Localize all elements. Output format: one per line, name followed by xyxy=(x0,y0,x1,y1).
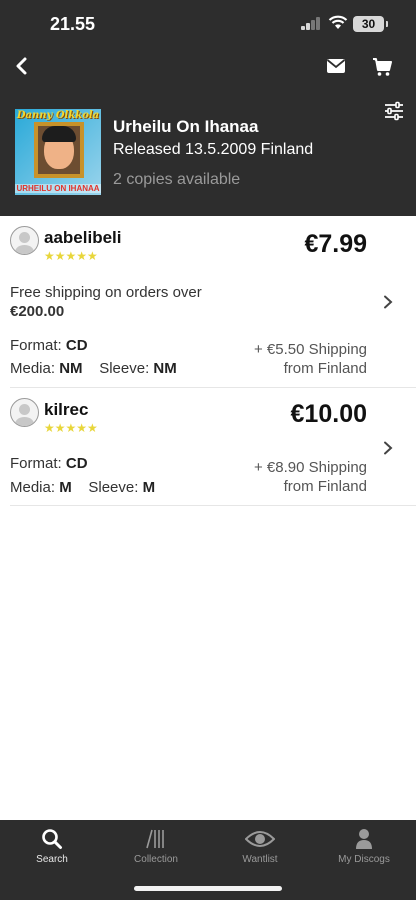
tab-search[interactable]: Search xyxy=(0,820,104,870)
tab-my-discogs[interactable]: My Discogs xyxy=(312,820,416,870)
shipping-note-text: Free shipping on orders over xyxy=(10,284,202,301)
sliders-icon[interactable] xyxy=(384,101,404,126)
tab-label: Search xyxy=(36,854,68,865)
shipping-cost: + €8.90 Shipping xyxy=(253,459,367,476)
format-label: Format: xyxy=(10,455,62,472)
listing-item[interactable]: aabelibeli ★★★★★ €7.99 Free shipping on … xyxy=(10,224,416,386)
chevron-left-icon[interactable] xyxy=(10,54,34,78)
shipping-info: + €8.90 Shipping from Finland xyxy=(254,458,367,496)
cover-hair xyxy=(42,126,76,142)
format-label: Format: xyxy=(10,337,62,354)
media-label: Media: xyxy=(10,360,56,377)
cover-artist-text: Danny Olkkola xyxy=(16,110,100,121)
tab-label: Wantlist xyxy=(242,854,278,865)
signal-icon xyxy=(301,17,321,30)
price: €7.99 xyxy=(304,230,367,258)
seller-rating-stars: ★★★★★ xyxy=(44,421,98,435)
release-title: Urheilu On Ihanaa xyxy=(113,117,259,136)
shipping-note: Free shipping on orders over €200.00 xyxy=(10,283,202,321)
ships-from: from Finland xyxy=(283,360,367,377)
eye-icon xyxy=(208,828,312,850)
shipping-info: + €5.50 Shipping from Finland xyxy=(254,340,367,378)
condition-line: Media: NM Sleeve: NM xyxy=(10,360,177,377)
chevron-right-icon[interactable] xyxy=(383,295,393,309)
copies-available: 2 copies available xyxy=(113,171,241,188)
home-indicator[interactable] xyxy=(134,886,282,891)
tab-label: My Discogs xyxy=(338,854,390,865)
media-value: NM xyxy=(59,360,83,377)
media-label: Media: xyxy=(10,479,56,496)
seller-rating-stars: ★★★★★ xyxy=(44,249,98,263)
release-date: Released 13.5.2009 Finland xyxy=(113,141,314,158)
seller-name[interactable]: kilrec xyxy=(44,400,88,420)
media-value: M xyxy=(59,479,72,496)
ships-from: from Finland xyxy=(283,478,367,495)
album-cover[interactable]: Danny Olkkola URHEILU ON IHANAA xyxy=(15,109,101,195)
divider xyxy=(10,387,416,388)
shipping-note-amount: €200.00 xyxy=(10,303,65,320)
collection-icon xyxy=(104,828,208,850)
divider xyxy=(10,505,416,506)
chevron-right-icon[interactable] xyxy=(383,441,393,455)
release-header: 21.55 30 Danny Olkkola URHEILU ON IHANAA… xyxy=(0,0,416,216)
sleeve-value: NM xyxy=(153,360,177,377)
shipping-cost: + €5.50 Shipping xyxy=(253,341,367,358)
battery-indicator: 30 xyxy=(353,16,388,32)
envelope-icon[interactable] xyxy=(326,58,346,79)
price: €10.00 xyxy=(290,400,367,428)
format-value: CD xyxy=(65,337,88,354)
user-icon xyxy=(312,828,416,850)
sleeve-label: Sleeve: xyxy=(88,479,139,496)
format-value: CD xyxy=(65,455,88,472)
format-line: Format: CD xyxy=(10,455,88,472)
tab-label: Collection xyxy=(134,854,178,865)
seller-name[interactable]: aabelibeli xyxy=(44,228,121,248)
status-time: 21.55 xyxy=(50,14,96,34)
tab-collection[interactable]: Collection xyxy=(104,820,208,870)
status-bar: 21.55 30 xyxy=(0,0,416,50)
format-line: Format: CD xyxy=(10,337,88,354)
cover-album-text: URHEILU ON IHANAA xyxy=(15,184,101,193)
avatar[interactable] xyxy=(10,226,39,255)
tab-wantlist[interactable]: Wantlist xyxy=(208,820,312,870)
search-icon xyxy=(0,828,104,850)
cart-icon[interactable] xyxy=(372,57,392,82)
listing-item[interactable]: kilrec ★★★★★ €10.00 Format: CD Media: M … xyxy=(10,396,416,504)
avatar[interactable] xyxy=(10,398,39,427)
wifi-icon xyxy=(328,15,348,35)
sleeve-value: M xyxy=(142,479,156,496)
sleeve-label: Sleeve: xyxy=(99,360,150,377)
condition-line: Media: M Sleeve: M xyxy=(10,479,155,496)
